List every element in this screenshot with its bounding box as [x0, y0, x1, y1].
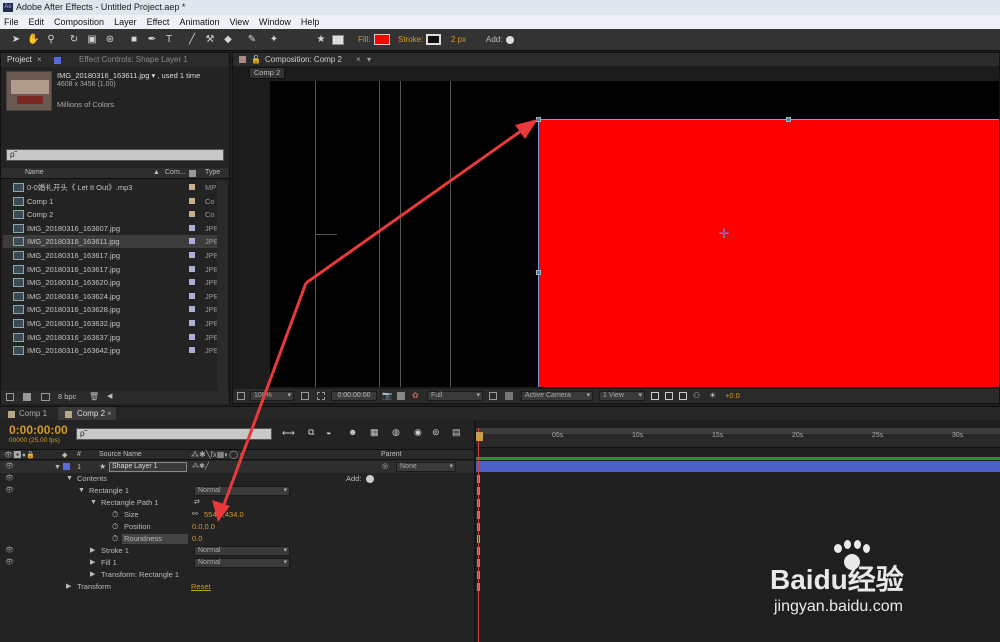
paw-toe: [863, 544, 870, 553]
arrow-head-upper: [515, 119, 538, 139]
arrow-head-lower: [212, 500, 230, 522]
watermark-brand: Baidu经验: [770, 564, 904, 595]
arrow-line-upper: [305, 124, 529, 285]
paw-toe: [844, 540, 851, 549]
paw-toe: [854, 540, 861, 549]
watermark: Baidu经验 jingyan.baidu.com: [770, 540, 990, 630]
watermark-url: jingyan.baidu.com: [774, 598, 903, 615]
paw-toe: [834, 544, 842, 553]
arrow-line-lower: [220, 282, 308, 511]
